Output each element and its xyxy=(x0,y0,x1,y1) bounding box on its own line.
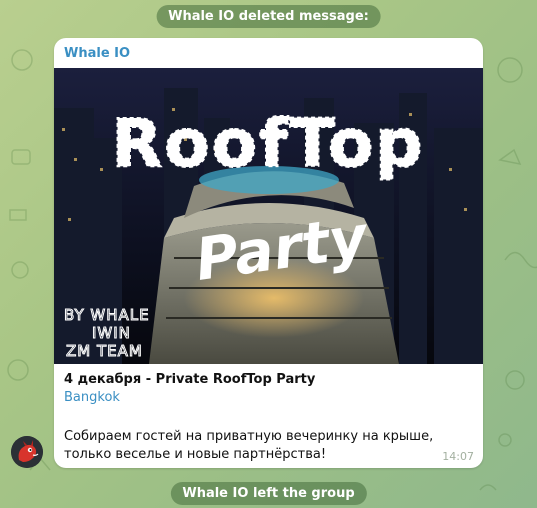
left-group-notice: Whale IO left the group xyxy=(170,482,367,505)
photo-credit-line-1: BY WHALE xyxy=(64,306,150,324)
message-text: Собираем гостей на приватную вечеринку н… xyxy=(64,429,434,462)
photo-title: RoofTop xyxy=(111,105,424,182)
message-time: 14:07 xyxy=(442,450,474,463)
rooftop-party-image: RoofTop Party BY WHALE IWIN ZM TEAM xyxy=(54,68,483,364)
sender-avatar[interactable] xyxy=(11,436,43,468)
event-photo[interactable]: RoofTop Party BY WHALE IWIN ZM TEAM xyxy=(54,68,483,364)
photo-credit-line-3: ZM TEAM xyxy=(66,342,143,360)
message-bubble[interactable]: Whale IO RoofTop Party BY WHALE IWIN ZM … xyxy=(54,38,483,468)
location-link[interactable]: Bangkok xyxy=(64,390,120,405)
sender-name[interactable]: Whale IO xyxy=(64,46,130,61)
photo-credit-line-2: IWIN xyxy=(92,324,131,342)
red-dragon-avatar-icon xyxy=(11,436,43,468)
event-title: 4 декабря - Private RoofTop Party xyxy=(64,372,316,387)
deleted-message-notice: Whale IO deleted message: xyxy=(156,5,381,28)
